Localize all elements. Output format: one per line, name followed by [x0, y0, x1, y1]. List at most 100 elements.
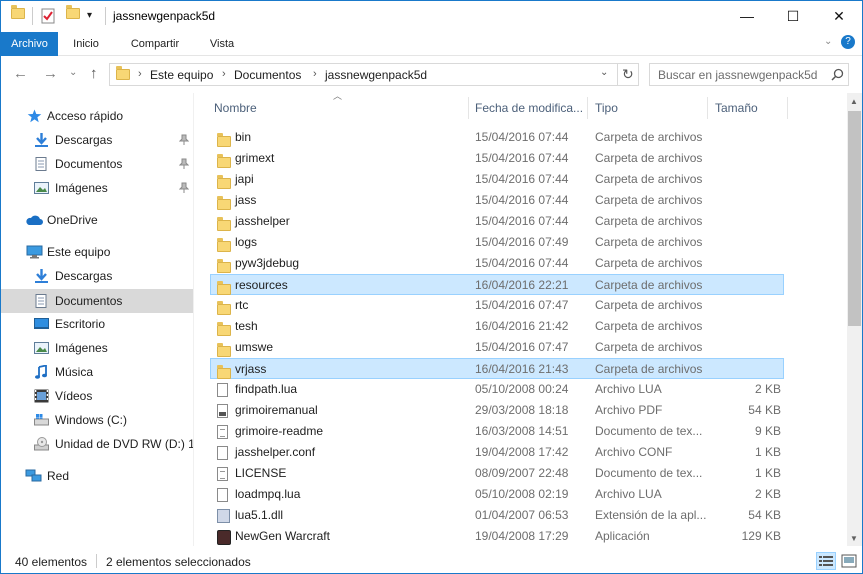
maximize-button[interactable]: ☐ [770, 1, 816, 31]
file-size: 2 KB [754, 382, 781, 396]
dvd-icon [34, 437, 49, 451]
table-row[interactable]: umswe 15/04/2016 07:47 Carpeta de archivos [211, 337, 785, 358]
table-row[interactable]: bin 15/04/2016 07:44 Carpeta de archivos [211, 127, 785, 148]
breadcrumb-separator[interactable]: › [138, 68, 142, 80]
table-row[interactable]: rtc 15/04/2016 07:47 Carpeta de archivos [211, 295, 785, 316]
sidebar-item-documentos[interactable]: Documentos [1, 289, 193, 313]
back-button[interactable]: ← [13, 65, 28, 82]
sidebar-item-videos[interactable]: Vídeos [1, 385, 193, 407]
search-icon[interactable] [831, 68, 844, 81]
tab-archivo[interactable]: Archivo [1, 32, 58, 56]
breadcrumb-este-equipo[interactable]: Este equipo [150, 68, 213, 82]
column-header-type[interactable]: Tipo [595, 93, 618, 123]
column-divider[interactable] [468, 97, 469, 119]
properties-icon[interactable] [41, 8, 56, 26]
recent-locations-button[interactable]: ⌄ [69, 67, 77, 78]
ribbon-collapse-icon[interactable]: ⌄ [824, 36, 832, 47]
table-row[interactable]: loadmpq.lua 05/10/2008 02:19 Archivo LUA 2 … [211, 484, 785, 505]
file-size: 54 KB [748, 403, 781, 417]
table-row[interactable]: jasshelper 15/04/2016 07:44 Carpeta de arc… [211, 211, 785, 232]
column-divider[interactable] [787, 97, 788, 119]
file-date: 15/04/2016 07:49 [475, 235, 569, 249]
file-name: findpath.lua [235, 382, 298, 396]
pictures-icon [34, 342, 49, 354]
table-row[interactable]: grimoire-readme 16/03/2008 14:51 Documento… [211, 421, 785, 442]
sidebar-item-dvd-drive[interactable]: Unidad de DVD RW (D:) 1.0 [1, 433, 193, 455]
table-row[interactable]: jasshelper.conf 19/04/2008 17:42 Archivo C… [211, 442, 785, 463]
vertical-scrollbar[interactable]: ▲ ▼ [847, 93, 862, 546]
scroll-up-icon[interactable]: ▲ [850, 97, 858, 106]
file-name: resources [235, 278, 288, 292]
sidebar-item-label: Descargas [55, 269, 113, 283]
address-dropdown-icon[interactable]: ⌄ [600, 67, 608, 78]
sidebar-item-imagenes-pinned[interactable]: Imágenes [1, 177, 193, 199]
tab-inicio[interactable]: Inicio [58, 32, 114, 56]
table-row[interactable]: NewGen Warcraft 19/04/2008 17:29 Aplicació… [211, 526, 785, 546]
table-row[interactable]: pyw3jdebug 15/04/2016 07:44 Carpeta de arc… [211, 253, 785, 274]
table-row[interactable]: findpath.lua 05/10/2008 00:24 Archivo LUA 2… [211, 379, 785, 400]
item-count: 40 elementos [15, 555, 88, 569]
file-size: 54 KB [748, 508, 781, 522]
file-list: ︿ Nombre Fecha de modifica... Tipo Tamañ… [195, 93, 847, 546]
document-icon [35, 294, 47, 308]
sidebar-item-imagenes[interactable]: Imágenes [1, 337, 193, 359]
scroll-down-icon[interactable]: ▼ [850, 534, 858, 543]
sidebar-item-label: Descargas [55, 133, 113, 147]
breadcrumb-separator[interactable]: › [313, 68, 317, 80]
minimize-button[interactable]: — [724, 1, 770, 31]
pin-icon[interactable] [178, 129, 190, 155]
sidebar-item-escritorio[interactable]: Escritorio [1, 313, 193, 335]
table-row[interactable]: vrjass 16/04/2016 21:43 Carpeta de archivo… [210, 358, 784, 379]
help-icon[interactable]: ? [841, 35, 855, 49]
close-button[interactable]: ✕ [816, 1, 862, 31]
sidebar-item-acceso-rapido[interactable]: Acceso rápido [1, 105, 193, 127]
table-row[interactable]: grimoiremanual 29/03/2008 18:18 Archivo PD… [211, 400, 785, 421]
file-name: jasshelper [235, 214, 290, 228]
forward-button[interactable]: → [43, 65, 58, 82]
file-name: tesh [235, 319, 258, 333]
table-row[interactable]: resources 16/04/2016 22:21 Carpeta de arch… [210, 274, 784, 295]
column-header-date[interactable]: Fecha de modifica... [475, 93, 583, 123]
breadcrumb-documentos[interactable]: Documentos [234, 68, 301, 82]
column-header-size[interactable]: Tamaño [715, 93, 758, 123]
quick-access-dropdown-icon[interactable]: ▾ [87, 10, 92, 28]
table-row[interactable]: japi 15/04/2016 07:44 Carpeta de archivos [211, 169, 785, 190]
ribbon-tabs: Archivo Inicio Compartir Vista ⌄ ? [1, 32, 862, 56]
sidebar-item-red[interactable]: Red [1, 465, 193, 487]
table-row[interactable]: tesh 16/04/2016 21:42 Carpeta de archivos [211, 316, 785, 337]
sidebar-item-documentos-pinned[interactable]: Documentos [1, 153, 193, 175]
sidebar-item-windows-c[interactable]: Windows (C:) [1, 409, 193, 431]
column-divider[interactable] [707, 97, 708, 119]
column-divider[interactable] [587, 97, 588, 119]
address-bar[interactable]: › Este equipo › Documentos › jassnewgenp… [109, 63, 639, 86]
breadcrumb-separator[interactable]: › [222, 68, 226, 80]
pin-icon[interactable] [178, 153, 190, 179]
table-row[interactable]: LICENSE 08/09/2007 22:48 Documento de tex.… [211, 463, 785, 484]
table-row[interactable]: grimext 15/04/2016 07:44 Carpeta de archiv… [211, 148, 785, 169]
sidebar-item-musica[interactable]: Música [1, 361, 193, 383]
sidebar-item-este-equipo[interactable]: Este equipo [1, 241, 193, 263]
file-type: Carpeta de archivos [595, 278, 703, 292]
pictures-icon [34, 182, 49, 194]
file-type: Carpeta de archivos [595, 172, 703, 186]
new-folder-icon[interactable] [66, 5, 80, 26]
breadcrumb-jassnewgenpack5d[interactable]: jassnewgenpack5d [325, 68, 427, 82]
sidebar-item-onedrive[interactable]: OneDrive [1, 209, 193, 231]
search-input[interactable]: Buscar en jassnewgenpack5d [649, 63, 849, 86]
tab-vista[interactable]: Vista [196, 32, 248, 56]
column-header-name[interactable]: Nombre [214, 93, 257, 123]
table-row[interactable]: lua5.1.dll 01/04/2007 06:53 Extensión de l… [211, 505, 785, 526]
tab-compartir[interactable]: Compartir [114, 32, 196, 56]
sidebar-item-descargas[interactable]: Descargas [1, 265, 193, 287]
sidebar-item-descargas-pinned[interactable]: Descargas [1, 129, 193, 151]
scrollbar-thumb[interactable] [848, 111, 861, 326]
refresh-button[interactable]: ↻ [622, 66, 634, 83]
details-view-button[interactable] [816, 552, 836, 570]
pin-icon[interactable] [178, 177, 190, 203]
file-type: Carpeta de archivos [595, 151, 703, 165]
file-date: 15/04/2016 07:44 [475, 130, 569, 144]
table-row[interactable]: jass 15/04/2016 07:44 Carpeta de archivos [211, 190, 785, 211]
up-button[interactable]: ↑ [90, 65, 98, 82]
table-row[interactable]: logs 15/04/2016 07:49 Carpeta de archivos [211, 232, 785, 253]
large-icons-view-button[interactable] [839, 552, 859, 570]
